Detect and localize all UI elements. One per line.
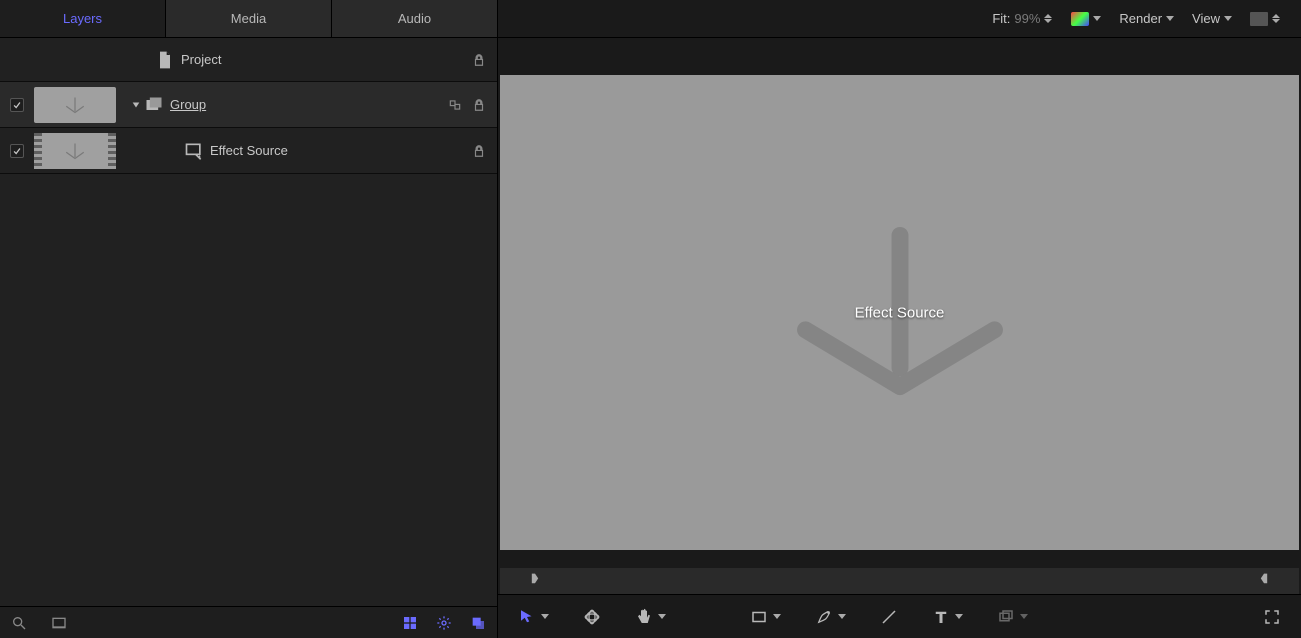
show-masks-icon[interactable] [469,614,487,632]
visibility-checkbox-group[interactable] [10,98,24,112]
chevron-down-icon [1166,16,1174,21]
canvas-wrap: Effect Source [498,38,1301,594]
tab-media[interactable]: Media [166,0,332,37]
visibility-checkbox-effect-source[interactable] [10,144,24,158]
search-icon[interactable] [10,614,28,632]
canvas[interactable]: Effect Source [500,75,1299,550]
lock-icon[interactable] [471,143,487,159]
layers-panel: Layers Media Audio Project [0,0,498,638]
canvas-placeholder-label: Effect Source [855,304,945,321]
chevron-down-icon [1093,16,1101,21]
color-swatch-icon [1071,12,1089,26]
view-menu[interactable]: View [1192,11,1232,26]
mark-in-icon[interactable] [530,572,540,591]
show-filters-icon[interactable] [401,614,419,632]
color-channel-menu[interactable] [1071,12,1101,26]
mark-out-icon[interactable] [1259,572,1269,591]
lock-icon[interactable] [471,97,487,113]
chevron-down-icon [838,614,846,619]
zoom-fit-control[interactable]: Fit: 99% [992,11,1053,26]
row-project[interactable]: Project [0,38,497,82]
row-group[interactable]: Group [0,82,497,128]
chevron-down-icon [658,614,666,619]
stepper-icon [1272,12,1281,26]
render-menu[interactable]: Render [1119,11,1174,26]
mask-tool[interactable] [997,608,1028,626]
select-tool[interactable] [518,608,549,626]
stepper-icon [1044,12,1053,26]
layer-list: Project Group [0,38,497,606]
group-icon [144,95,164,115]
layout-swatch-icon [1250,12,1268,26]
project-label: Project [181,52,221,67]
panel-maximize-icon[interactable] [50,614,68,632]
view-layout-menu[interactable] [1250,12,1281,26]
mini-timeline[interactable] [500,568,1299,594]
canvas-toolbar: Fit: 99% Render View [498,0,1301,38]
row-effect-source[interactable]: Effect Source [0,128,497,174]
effect-source-thumbnail [34,133,116,169]
chevron-down-icon [1224,16,1232,21]
disclosure-triangle[interactable] [128,100,144,110]
line-tool[interactable] [880,608,898,626]
3d-transform-tool[interactable] [583,608,601,626]
tab-layers[interactable]: Layers [0,0,166,37]
chevron-down-icon [1020,614,1028,619]
canvas-tools [498,594,1301,638]
chevron-down-icon [955,614,963,619]
tab-audio[interactable]: Audio [332,0,497,37]
isolate-icon[interactable] [447,97,463,113]
expand-canvas-icon[interactable] [1263,608,1281,626]
effect-source-label: Effect Source [210,143,288,158]
panel-tabs: Layers Media Audio [0,0,497,38]
text-tool[interactable] [932,608,963,626]
layers-panel-footer [0,606,497,638]
chevron-down-icon [541,614,549,619]
group-thumbnail [34,87,116,123]
rectangle-tool[interactable] [750,608,781,626]
canvas-area: Fit: 99% Render View [498,0,1301,638]
effect-source-layer-icon [184,141,204,161]
project-icon [155,50,175,70]
chevron-down-icon [773,614,781,619]
pan-tool[interactable] [635,608,666,626]
lock-icon[interactable] [471,52,487,68]
pen-tool[interactable] [815,608,846,626]
group-label: Group [170,97,206,112]
show-behaviors-icon[interactable] [435,614,453,632]
